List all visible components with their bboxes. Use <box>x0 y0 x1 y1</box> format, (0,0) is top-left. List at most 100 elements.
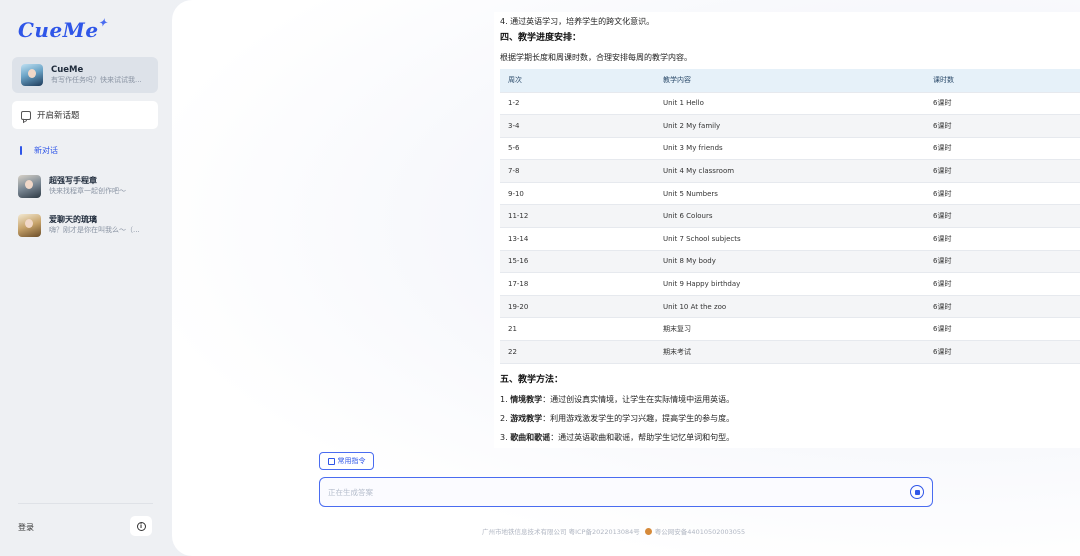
table-cell: 6课时 <box>925 114 1080 138</box>
table-cell: Unit 4 My classroom <box>655 159 925 183</box>
chat-input[interactable] <box>328 487 888 497</box>
table-cell: 9-10 <box>500 182 655 206</box>
table-header: 周次 <box>500 69 655 93</box>
table-cell: 6课时 <box>925 204 1080 229</box>
conversation-label: 新对话 <box>34 145 58 155</box>
police-badge-icon <box>644 527 652 535</box>
table-row: 5-6 Unit 3 My friends 6课时 <box>500 137 1080 161</box>
table-cell: 11-12 <box>500 204 655 229</box>
bot-card-cueme[interactable]: CueMe 有写作任务吗？快来试试我... <box>12 57 158 93</box>
table-cell: Unit 1 Hello <box>655 92 925 116</box>
commands-label: 常用指令 <box>337 457 366 465</box>
method-text: ：利用游戏激发学生的学习兴趣，提高学生的参与度。 <box>542 413 735 423</box>
table-row: 9-10 Unit 5 Numbers 6课时 <box>500 182 1080 206</box>
history-bot-desc: 嗨？刚才是你在叫我么～（... <box>49 226 140 234</box>
section-title: 五、教学方法： <box>500 374 564 385</box>
chat-bubble-icon <box>21 110 31 120</box>
history-bot-desc: 快来找程章一起创作吧～ <box>49 187 126 195</box>
footer-icp[interactable]: 广州市地铁信息技术有限公司 粤ICP备2022013084号 <box>482 526 640 536</box>
table-cell: 期末考试 <box>655 340 925 364</box>
chat-input-box[interactable] <box>319 477 933 507</box>
new-topic-label: 开启新话题 <box>37 111 80 121</box>
conversation-item-current[interactable]: 新对话 <box>20 144 58 156</box>
logo-star-icon: ✦ <box>98 18 108 29</box>
table-cell: Unit 10 At the zoo <box>655 295 925 319</box>
chat-answer: 4. 通过英语学习，培养学生的跨文化意识。 四、教学进度安排： 根据学期长度和周… <box>494 12 1080 448</box>
table-cell: Unit 5 Numbers <box>655 182 925 206</box>
table-cell: 期末复习 <box>655 317 925 342</box>
footer: 广州市地铁信息技术有限公司 粤ICP备2022013084号 粤公网安备4401… <box>482 526 745 536</box>
footer-police[interactable]: 粤公网安备44010502003055 <box>655 526 745 536</box>
info-icon: i <box>136 521 146 531</box>
table-header-row: 周次 教学内容 课时数 <box>500 69 1080 93</box>
table-cell: 6课时 <box>925 227 1080 251</box>
table-cell: 5-6 <box>500 137 655 161</box>
section-intro: 根据学期长度和周课时数，合理安排每周的教学内容。 <box>500 53 692 62</box>
table-cell: 17-18 <box>500 272 655 296</box>
bot-description: 有写作任务吗？快来试试我... <box>51 76 142 84</box>
history-bot-name: 爱聊天的琉璃 <box>49 215 97 224</box>
table-cell: 6课时 <box>925 340 1080 364</box>
table-header: 教学内容 <box>655 69 925 93</box>
table-row: 19-20 Unit 10 At the zoo 6课时 <box>500 295 1080 319</box>
table-cell: 15-16 <box>500 250 655 274</box>
table-cell: 21 <box>500 317 655 342</box>
sidebar: CueMe✦ CueMe 有写作任务吗？快来试试我... 开启新话题 新对话 超… <box>0 0 170 556</box>
method-item: 3. 歌曲和歌谣：通过英语歌曲和歌谣，帮助学生记忆单词和句型。 <box>500 432 1080 444</box>
table-row: 15-16 Unit 8 My body 6课时 <box>500 250 1080 274</box>
sidebar-divider <box>18 503 153 504</box>
info-button[interactable]: i <box>130 516 152 536</box>
method-item: 2. 游戏教学：利用游戏激发学生的学习兴趣，提高学生的参与度。 <box>500 413 1080 425</box>
method-number: 2. <box>500 413 511 423</box>
method-name: 游戏教学 <box>510 413 543 423</box>
method-item: 1. 情境教学：通过创设真实情境，让学生在实际情境中运用英语。 <box>500 394 1080 406</box>
logo-text: CueMe <box>18 18 99 42</box>
table-header: 课时数 <box>925 69 1080 93</box>
table-cell: 6课时 <box>925 295 1080 319</box>
goal-line: 4. 通过英语学习，培养学生的跨文化意识。 <box>500 17 655 26</box>
table-cell: 6课时 <box>925 250 1080 274</box>
table-cell: 7-8 <box>500 159 655 183</box>
table-cell: 6课时 <box>925 182 1080 206</box>
active-indicator <box>20 145 22 155</box>
app-logo[interactable]: CueMe✦ <box>18 18 107 42</box>
method-text: ：通过创设真实情境，让学生在实际情境中运用英语。 <box>542 394 735 404</box>
table-row: 22 期末考试 6课时 <box>500 340 1080 364</box>
table-cell: 6课时 <box>925 317 1080 342</box>
method-name: 歌曲和歌谣 <box>510 432 551 442</box>
table-cell: 6课时 <box>925 159 1080 183</box>
table-cell: Unit 3 My friends <box>655 137 925 161</box>
table-row: 3-4 Unit 2 My family 6课时 <box>500 114 1080 138</box>
main-panel: 4. 通过英语学习，培养学生的跨文化意识。 四、教学进度安排： 根据学期长度和周… <box>172 0 1080 556</box>
stop-generating-button[interactable] <box>910 485 924 499</box>
table-cell: 3-4 <box>500 114 655 138</box>
table-cell: 13-14 <box>500 227 655 251</box>
method-text: ：通过英语歌曲和歌谣，帮助学生记忆单词和句型。 <box>550 432 735 442</box>
commands-icon <box>327 457 335 465</box>
table-row: 13-14 Unit 7 School subjects 6课时 <box>500 227 1080 251</box>
history-bot-item[interactable]: 爱聊天的琉璃 嗨？刚才是你在叫我么～（... <box>18 212 168 238</box>
new-topic-button[interactable]: 开启新话题 <box>12 101 158 129</box>
stop-icon <box>914 489 920 495</box>
table-cell: 6课时 <box>925 137 1080 161</box>
history-bot-name: 超强写手程章 <box>49 176 97 185</box>
history-avatar <box>18 174 41 198</box>
bot-name: CueMe <box>51 65 84 75</box>
bot-avatar <box>21 64 43 86</box>
table-cell: Unit 9 Happy birthday <box>655 272 925 296</box>
method-number: 1. <box>500 394 511 404</box>
method-number: 3. <box>500 432 511 442</box>
section-title: 四、教学进度安排： <box>500 33 582 43</box>
history-bot-item[interactable]: 超强写手程章 快来找程章一起创作吧～ <box>18 173 168 199</box>
table-row: 1-2 Unit 1 Hello 6课时 <box>500 92 1080 116</box>
table-cell: Unit 8 My body <box>655 250 925 274</box>
table-cell: Unit 6 Colours <box>655 204 925 229</box>
table-cell: Unit 7 School subjects <box>655 227 925 251</box>
table-row: 11-12 Unit 6 Colours 6课时 <box>500 204 1080 229</box>
history-avatar <box>18 213 41 237</box>
login-link[interactable]: 登录 <box>18 522 34 533</box>
table-row: 7-8 Unit 4 My classroom 6课时 <box>500 159 1080 183</box>
schedule-table: 周次 教学内容 课时数 1-2 Unit 1 Hello 6课时 3-4 Unit 2… <box>500 69 1080 364</box>
table-cell: 22 <box>500 340 655 364</box>
common-commands-button[interactable]: 常用指令 <box>319 452 374 470</box>
